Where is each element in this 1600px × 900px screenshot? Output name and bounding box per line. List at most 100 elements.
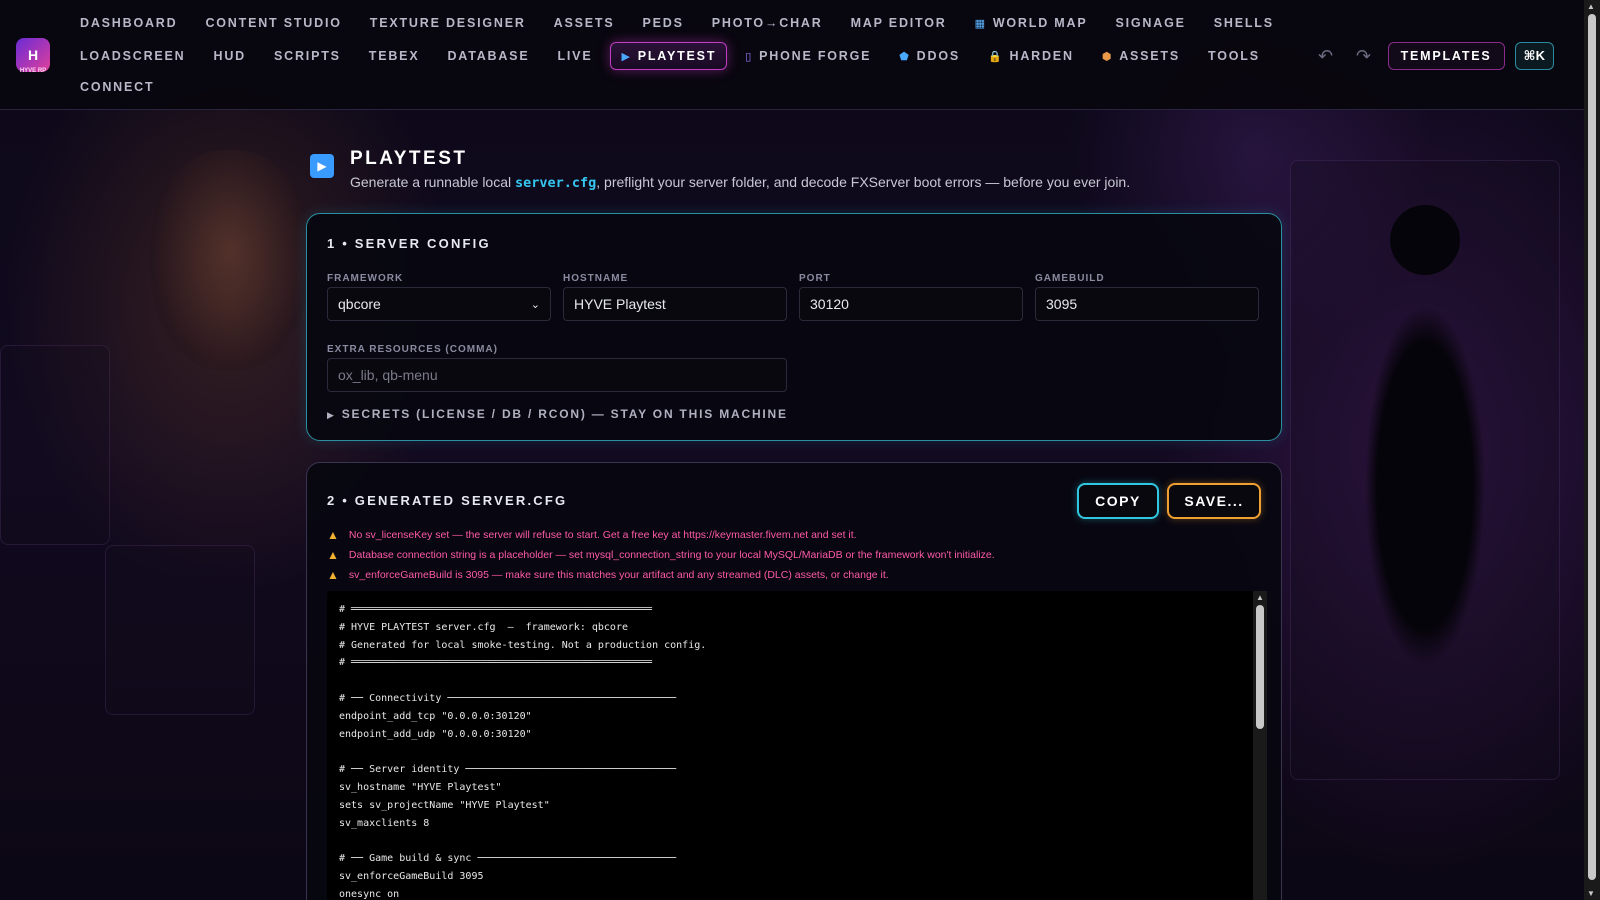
scroll-down-icon: ▼ xyxy=(1587,889,1595,898)
extra-resources-input[interactable]: ox_lib, qb-menu xyxy=(327,358,787,392)
nav-item-content-studio[interactable]: CONTENT STUDIO xyxy=(195,10,351,36)
nav-item-assets[interactable]: ASSETS xyxy=(544,10,625,36)
phone-icon: ▯ xyxy=(745,50,754,63)
nav-item-label: CONNECT xyxy=(80,80,155,94)
lock-icon: 🔒 xyxy=(988,50,1004,63)
nav-item-loadscreen[interactable]: LOADSCREEN xyxy=(70,43,196,69)
copy-button[interactable]: COPY xyxy=(1077,483,1159,519)
gamebuild-input[interactable]: 3095 xyxy=(1035,287,1259,321)
port-label: PORT xyxy=(799,273,831,284)
warning-item: ▲ Database connection string is a placeho… xyxy=(327,548,995,562)
nav-item-label: DASHBOARD xyxy=(80,16,178,30)
nav-item-world-map[interactable]: ▦ WORLD MAP xyxy=(965,10,1098,36)
undo-button[interactable]: ↶ xyxy=(1312,42,1340,70)
nav-row-3: CONNECT xyxy=(70,74,172,100)
nav-item-phone-forge[interactable]: ▯ PHONE FORGE xyxy=(735,43,881,69)
box-icon: ⬢ xyxy=(1101,50,1114,63)
nav-item-playtest[interactable]: ▶ PLAYTEST xyxy=(610,42,728,70)
nav-item-label: PHOTO→CHAR xyxy=(711,16,823,30)
nav-item-label: SCRIPTS xyxy=(274,49,341,63)
nav-item-peds[interactable]: PEDS xyxy=(632,10,693,36)
code-line: endpoint_add_tcp "0.0.0.0:30120" xyxy=(339,710,532,722)
chevron-down-icon: ⌄ xyxy=(530,298,540,311)
extra-resources-label: EXTRA RESOURCES (COMMA) xyxy=(327,344,498,355)
page-subtitle: Generate a runnable local server.cfg, pr… xyxy=(350,174,1131,191)
nav-item-label: PLAYTEST xyxy=(637,49,717,63)
panel-title: 2 • GENERATED SERVER.CFG xyxy=(327,493,568,508)
nav-item-label: ASSETS xyxy=(1119,49,1180,63)
framework-select[interactable]: qbcore ⌄ xyxy=(327,287,551,321)
code-scrollbar-thumb[interactable] xyxy=(1256,605,1264,729)
nav-item-label: HUD xyxy=(213,49,246,63)
command-palette-button[interactable]: ⌘K xyxy=(1514,42,1554,70)
hostname-input[interactable]: HYVE Playtest xyxy=(563,287,787,321)
top-navigation: H HYVE RP DASHBOARD CONTENT STUDIO TEXTURE… xyxy=(0,0,1584,110)
code-line: endpoint_add_udp "0.0.0.0:30120" xyxy=(339,728,532,740)
code-line: sets sv_projectName "HYVE Playtest" xyxy=(339,799,550,811)
page-scrollbar[interactable]: ▲ ▼ xyxy=(1584,0,1600,900)
nav-item-live[interactable]: LIVE xyxy=(547,43,602,69)
nav-item-signage[interactable]: SIGNAGE xyxy=(1105,10,1195,36)
play-icon: ▶ xyxy=(621,50,632,63)
nav-item-dashboard[interactable]: DASHBOARD xyxy=(70,10,187,36)
triangle-right-icon: ▶ xyxy=(327,410,336,420)
nav-item-shells[interactable]: SHELLS xyxy=(1204,10,1284,36)
gamebuild-label: GAMEBUILD xyxy=(1035,273,1105,284)
nav-item-scripts[interactable]: SCRIPTS xyxy=(264,43,351,69)
background-frame xyxy=(105,545,255,715)
nav-item-label: TOOLS xyxy=(1208,49,1260,63)
nav-item-texture-designer[interactable]: TEXTURE DESIGNER xyxy=(360,10,536,36)
nav-item-label: PEDS xyxy=(642,16,684,30)
code-line: # ── Game build & sync ─────────────────… xyxy=(339,853,677,865)
code-line: # Generated for local smoke-testing. Not… xyxy=(339,639,707,651)
background-frame xyxy=(0,345,110,545)
code-line: sv_hostname "HYVE Playtest" xyxy=(339,781,502,793)
nav-item-label: SIGNAGE xyxy=(1115,16,1186,30)
hostname-label: HOSTNAME xyxy=(563,273,629,284)
nav-item-label: DATABASE xyxy=(447,49,530,63)
panel-title: 1 • SERVER CONFIG xyxy=(327,236,491,251)
warning-icon: ▲ xyxy=(327,528,339,542)
nav-item-assets[interactable]: ⬢ ASSETS xyxy=(1092,43,1190,69)
code-scrollbar[interactable]: ▲ xyxy=(1253,591,1267,900)
generated-config-panel: 2 • GENERATED SERVER.CFG COPY SAVE... ▲ N… xyxy=(306,462,1282,900)
nav-item-label: SHELLS xyxy=(1213,16,1274,30)
nav-item-database[interactable]: DATABASE xyxy=(437,43,539,69)
page-title: PLAYTEST xyxy=(350,148,468,169)
nav-item-tebex[interactable]: TEBEX xyxy=(359,43,430,69)
server-cfg-code: server.cfg xyxy=(515,175,597,191)
nav-item-label: LOADSCREEN xyxy=(80,49,186,63)
nav-item-harden[interactable]: 🔒 HARDEN xyxy=(978,43,1084,69)
background-face xyxy=(150,150,310,370)
page-scrollbar-thumb[interactable] xyxy=(1588,14,1596,880)
framework-label: FRAMEWORK xyxy=(327,273,404,284)
nav-row-1: DASHBOARD CONTENT STUDIO TEXTURE DESIGNER A… xyxy=(70,10,1292,36)
server-config-panel: 1 • SERVER CONFIG FRAMEWORK qbcore ⌄ HOS… xyxy=(306,213,1282,441)
config-code: # ══════════════════════════════════════… xyxy=(339,601,706,900)
port-input[interactable]: 30120 xyxy=(799,287,1023,321)
nav-item-map-editor[interactable]: MAP EDITOR xyxy=(841,10,957,36)
templates-button[interactable]: TEMPLATES xyxy=(1387,42,1505,70)
scroll-up-icon: ▲ xyxy=(1256,593,1264,602)
nav-item-hud[interactable]: HUD xyxy=(204,43,256,69)
config-code-editor[interactable]: # ══════════════════════════════════════… xyxy=(327,591,1267,900)
code-line: # ══════════════════════════════════════… xyxy=(339,604,653,615)
nav-item-label: HARDEN xyxy=(1009,49,1074,63)
warning-item: ▲ No sv_licenseKey set — the server will … xyxy=(327,528,857,542)
code-line: # HYVE PLAYTEST server.cfg — framework: … xyxy=(339,621,628,633)
redo-button[interactable]: ↷ xyxy=(1350,42,1378,70)
nav-item-ddos[interactable]: ⬟ DDOS xyxy=(889,43,970,69)
nav-item-label: TEBEX xyxy=(368,49,420,63)
secrets-toggle[interactable]: ▶ SECRETS (LICENSE / DB / RCON) — STAY ON… xyxy=(327,407,788,421)
nav-item-tools[interactable]: TOOLS xyxy=(1198,43,1270,69)
warning-item: ▲ sv_enforceGameBuild is 3095 — make sure… xyxy=(327,568,889,582)
nav-item-connect[interactable]: CONNECT xyxy=(70,74,164,100)
save-button[interactable]: SAVE... xyxy=(1167,483,1261,519)
nav-row-2: LOADSCREEN HUD SCRIPTS TEBEX DATABASE LIVE ▶ PL… xyxy=(70,42,1278,70)
background-silhouette xyxy=(1340,200,1510,720)
nav-item-photo-char[interactable]: PHOTO→CHAR xyxy=(702,10,833,36)
app-logo[interactable]: H HYVE RP xyxy=(16,38,50,74)
